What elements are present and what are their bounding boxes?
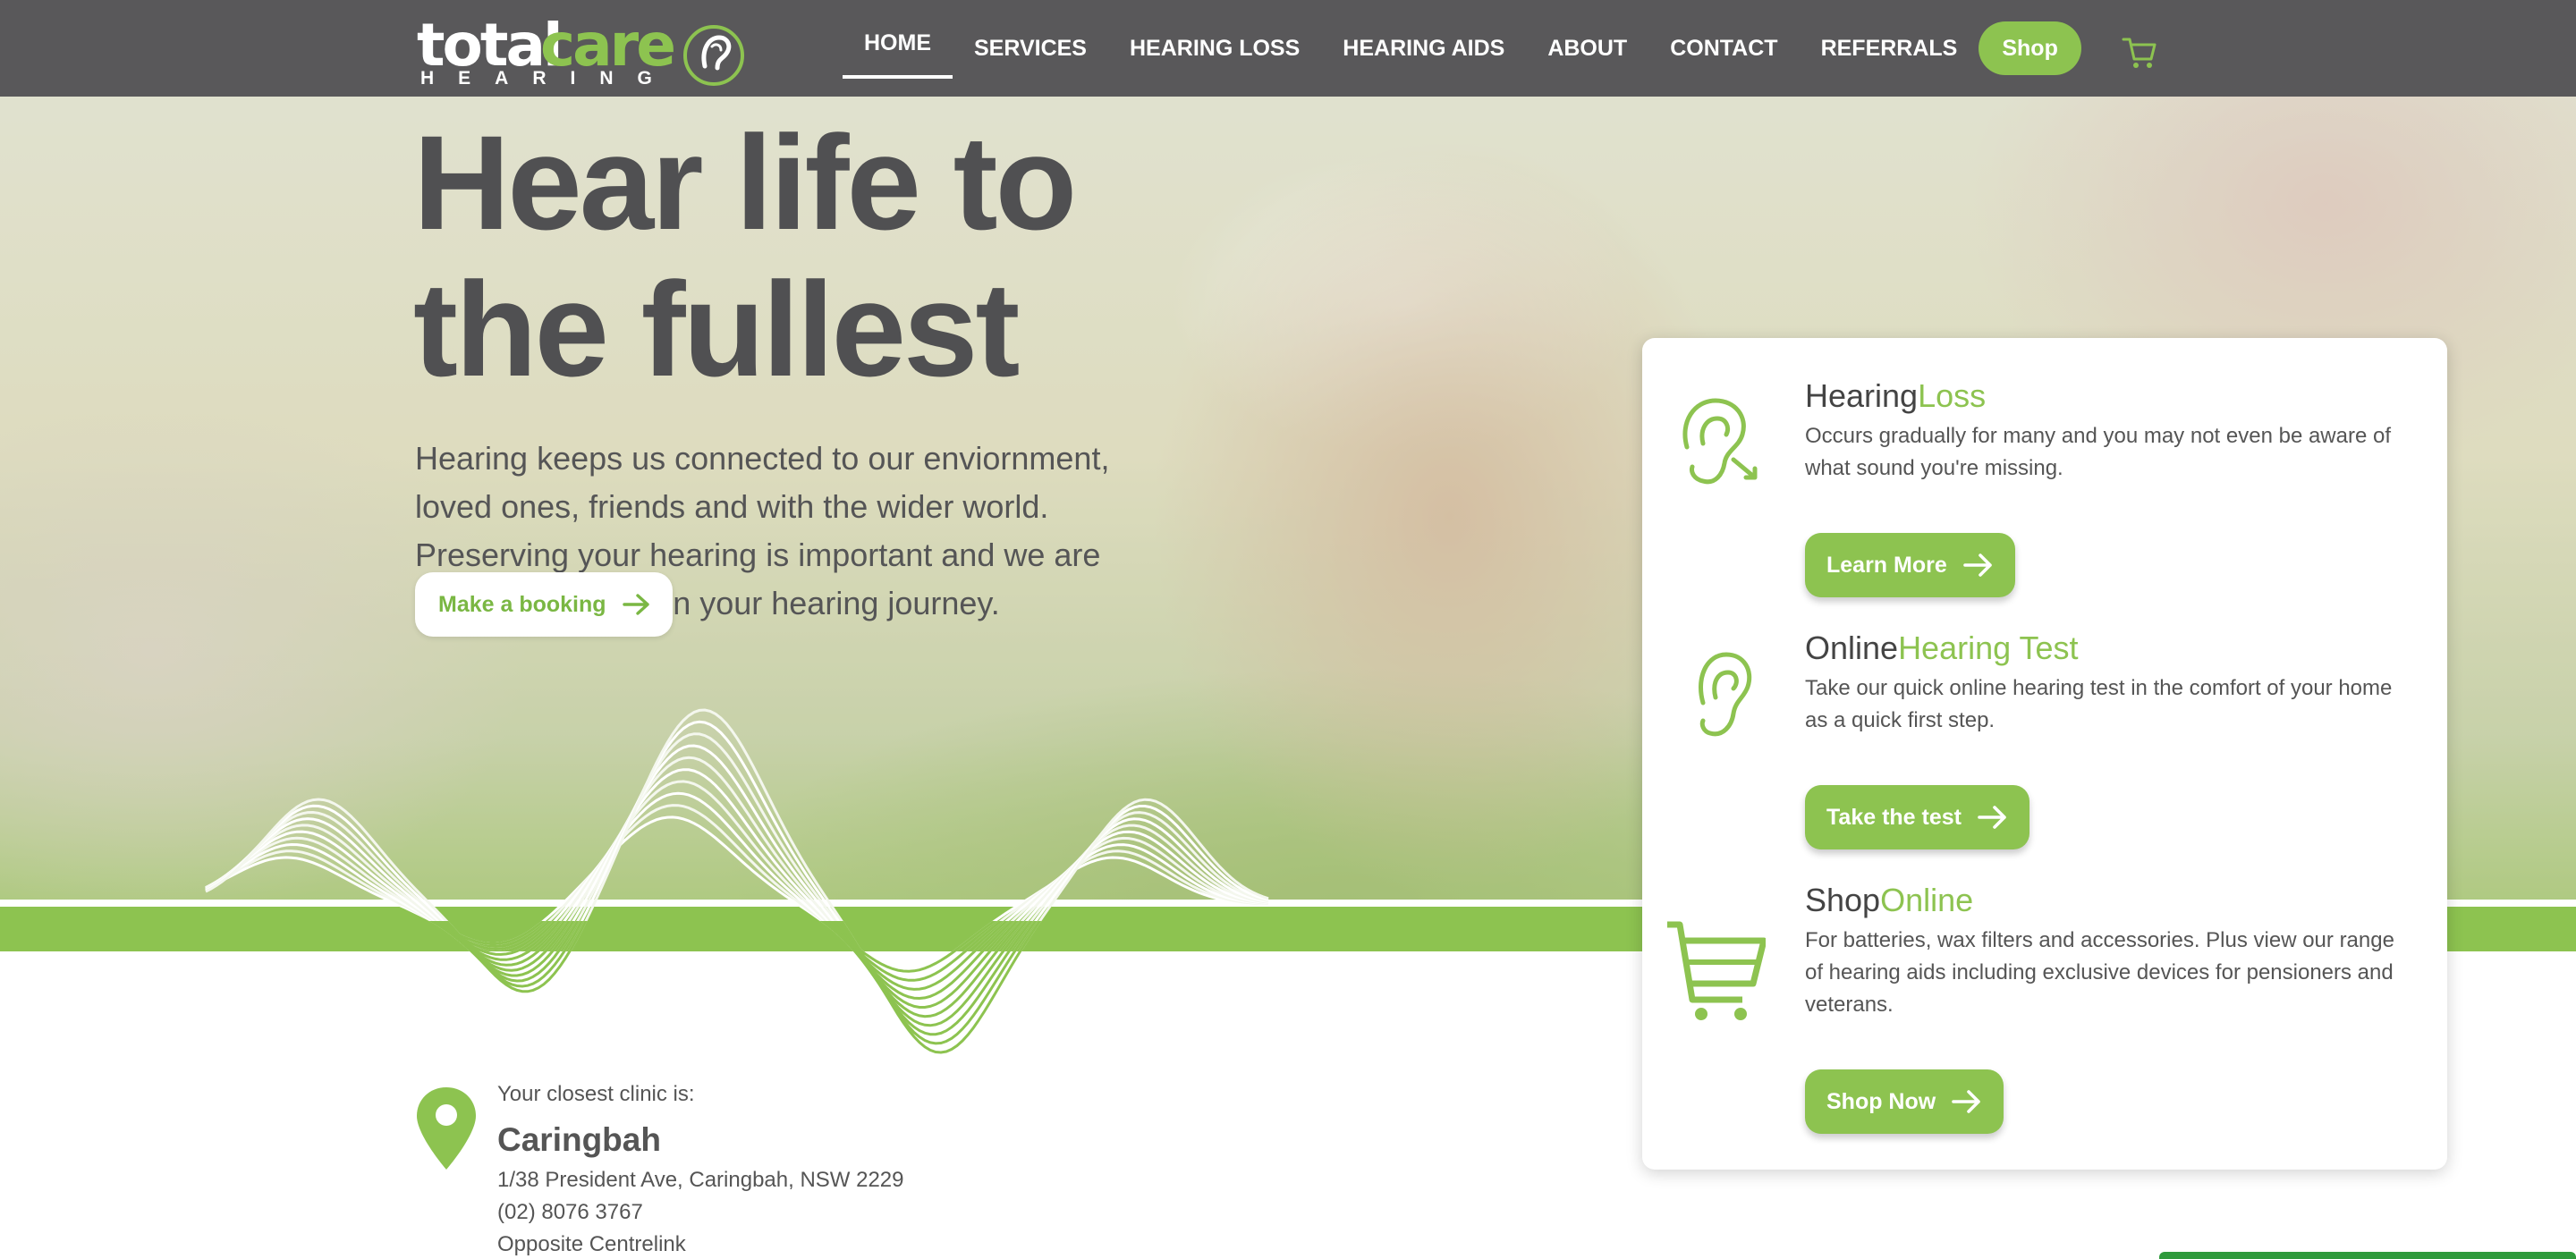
services-card: HearingLoss Occurs gradually for many an… (1642, 338, 2447, 1170)
ear-sound-icon (1682, 398, 1758, 485)
clinic-name[interactable]: Caringbah (497, 1121, 945, 1159)
learn-more-label: Learn More (1826, 552, 1947, 578)
learn-more-button[interactable]: Learn More (1805, 533, 2015, 597)
logo[interactable]: total care HEARING (417, 14, 748, 89)
sound-wave-line (205, 756, 1269, 1018)
clinic-address: 1/38 President Ave, Caringbah, NSW 2229 (497, 1168, 904, 1192)
arrow-right-icon (622, 594, 649, 615)
clinic-label: Your closest clinic is: (497, 1082, 695, 1106)
arrow-right-icon (1978, 806, 2006, 829)
nav-hearing-aids[interactable]: HEARING AIDS (1321, 0, 1526, 97)
service-text: Occurs gradually for many and you may no… (1805, 424, 2392, 480)
top-navbar: total care HEARING HOME SERVICES HEARING… (0, 0, 2576, 97)
shop-button[interactable]: Shop (1979, 21, 2081, 75)
hero-title: Hear life to the fullest (413, 107, 1077, 404)
ear-swirl-icon (683, 25, 744, 86)
arrow-right-icon (1952, 1090, 1981, 1113)
clinic-note: Opposite Centrelink (497, 1232, 686, 1256)
service-title: HearingLoss (1805, 377, 1986, 415)
take-test-label: Take the test (1826, 804, 1962, 830)
nav-referrals[interactable]: REFERRALS (1800, 0, 1979, 97)
nav-home[interactable]: HOME (843, 0, 953, 93)
service-title-accent: Online (1880, 882, 1974, 918)
nav-contact[interactable]: CONTACT (1648, 0, 1799, 97)
nav-about[interactable]: ABOUT (1526, 0, 1648, 97)
take-test-button[interactable]: Take the test (1805, 785, 2029, 849)
make-booking-button[interactable]: Make a booking (415, 572, 673, 637)
location-pin-icon (417, 1087, 476, 1170)
clinic-phone[interactable]: (02) 8076 3767 (497, 1200, 945, 1225)
service-title: ShopOnline (1805, 882, 1973, 919)
main-nav: HOME SERVICES HEARING LOSS HEARING AIDS … (843, 0, 2081, 97)
nav-hearing-loss[interactable]: HEARING LOSS (1108, 0, 1321, 97)
logo-subtitle: HEARING (420, 68, 676, 89)
cart-icon[interactable] (2122, 36, 2157, 70)
ear-icon (1699, 652, 1752, 737)
sound-wave-graphic (205, 708, 1269, 1054)
shop-now-label: Shop Now (1826, 1088, 1936, 1114)
service-title: OnlineHearing Test (1805, 630, 2079, 667)
shopping-cart-icon (1667, 921, 1766, 1020)
service-title-main: Shop (1805, 882, 1881, 918)
service-title-accent: Loss (1918, 377, 1987, 414)
nav-services[interactable]: SERVICES (953, 0, 1108, 97)
shop-now-button[interactable]: Shop Now (1805, 1069, 2004, 1134)
chat-widget-tab[interactable] (2159, 1252, 2576, 1259)
service-title-main: Online (1805, 630, 1899, 666)
arrow-right-icon (1962, 553, 1992, 577)
service-text: For batteries, wax filters and accessori… (1805, 928, 2394, 1017)
service-text: Take our quick online hearing test in th… (1805, 676, 2393, 732)
service-title-main: Hearing (1805, 377, 1919, 414)
make-booking-label: Make a booking (438, 591, 606, 617)
service-title-accent: Hearing Test (1898, 630, 2079, 666)
